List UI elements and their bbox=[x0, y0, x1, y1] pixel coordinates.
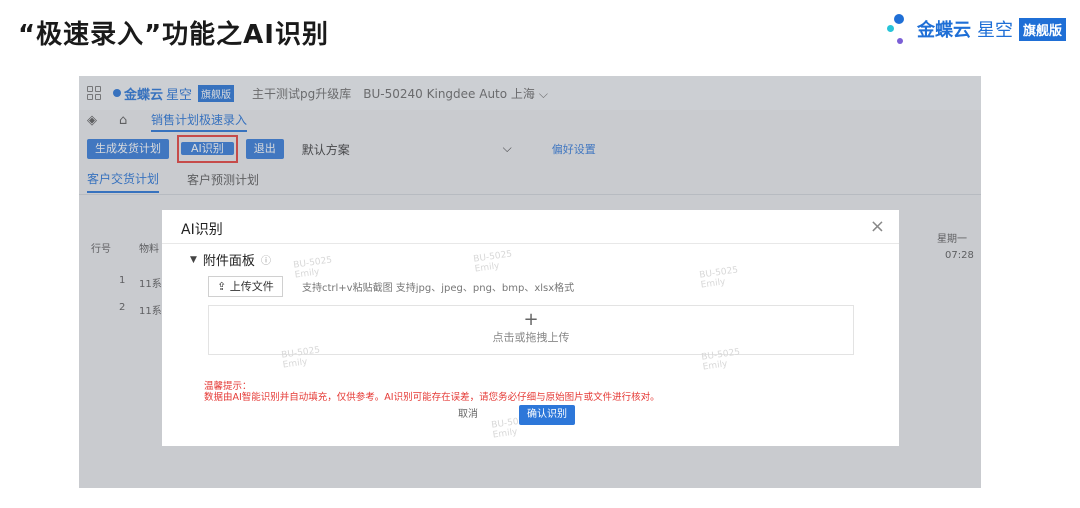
dialog-title: AI识别 bbox=[181, 222, 223, 238]
watermark: BU-5025 Emily bbox=[701, 347, 742, 372]
ai-recognize-dialog: AI识别 × ▼ 附件面板 ⓘ ⇪ 上传文件 支持ctrl+v粘贴截图 支持jp… bbox=[162, 210, 899, 446]
tip-body: 数据由AI智能识别并自动填充，仅供参考。AI识别可能存在误差，请您务必仔细与原始… bbox=[204, 392, 660, 403]
watermark: BU-5025 Emily bbox=[293, 255, 334, 280]
watermark-line: Emily bbox=[474, 261, 501, 275]
help-icon[interactable]: ⓘ bbox=[261, 252, 271, 267]
upload-icon: ⇪ bbox=[217, 280, 227, 293]
brand-logo: 金蝶云 星空 旗舰版 bbox=[885, 12, 1066, 46]
brand-dots-icon bbox=[885, 12, 911, 46]
cancel-button[interactable]: 取消 bbox=[452, 405, 484, 425]
upload-hint: 支持ctrl+v粘贴截图 支持jpg、jpeg、png、bmp、xlsx格式 bbox=[302, 283, 575, 294]
watermark: BU-5025 Emily bbox=[473, 249, 514, 274]
watermark-line: Emily bbox=[282, 357, 309, 371]
watermark: BU-5025 Emily bbox=[281, 345, 322, 370]
brand-name: 金蝶云 bbox=[916, 20, 971, 41]
plus-icon: + bbox=[523, 309, 539, 330]
upload-file-button[interactable]: ⇪ 上传文件 bbox=[208, 276, 283, 297]
brand-tag: 旗舰版 bbox=[1018, 17, 1066, 41]
watermark-line: Emily bbox=[492, 427, 519, 441]
confirm-recognize-button[interactable]: 确认识别 bbox=[519, 405, 575, 425]
upload-label: 上传文件 bbox=[229, 280, 274, 293]
brand-name-light: 星空 bbox=[976, 20, 1013, 41]
caret-down-icon: ▼ bbox=[190, 254, 197, 265]
close-icon[interactable]: × bbox=[870, 216, 885, 237]
watermark-line: Emily bbox=[702, 359, 729, 373]
dropzone-text: 点击或拖拽上传 bbox=[492, 331, 570, 344]
watermark: BU-5025 Emily bbox=[699, 265, 740, 290]
panel-title: 附件面板 bbox=[202, 254, 255, 269]
divider bbox=[162, 243, 899, 244]
watermark-line: Emily bbox=[700, 277, 727, 291]
attachment-panel-header[interactable]: ▼ 附件面板 ⓘ bbox=[190, 250, 271, 269]
slide-title: “极速录入”功能之AI识别 bbox=[18, 20, 329, 50]
